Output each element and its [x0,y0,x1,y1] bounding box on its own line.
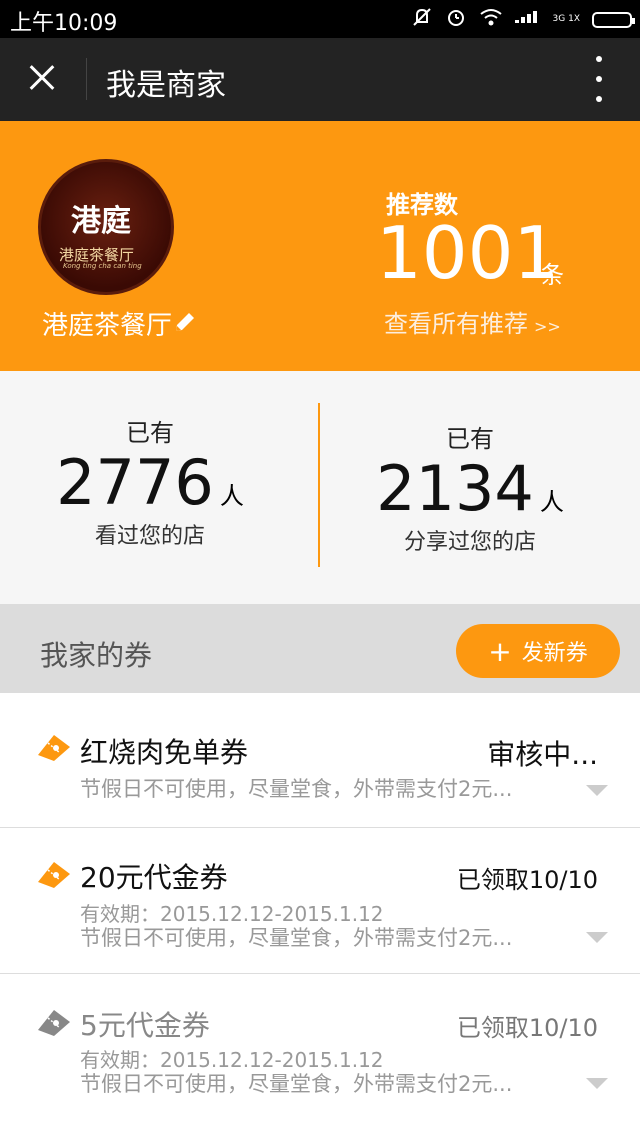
recommend-count: 1001 [376,211,560,295]
status-bar: 上午10:09 3G 1X [0,0,640,38]
more-options-button[interactable] [594,56,604,102]
close-button[interactable] [20,56,64,100]
coupon-note: 节假日不可使用，尽量堂食，外带需支付2元... [80,926,513,950]
viewed-pre: 已有 [126,419,174,447]
logo-main-text: 港庭 [71,204,131,239]
wifi-icon [479,7,503,32]
coupons-section-header: 我家的券 + 发新券 [0,604,640,693]
chevron-down-icon[interactable] [586,1078,608,1089]
coupon-name: 20元代金券 [80,861,228,894]
viewed-count: 2776 [56,446,214,519]
new-coupon-button[interactable]: + 发新券 [456,624,620,678]
coupons-section-title: 我家的券 [40,639,153,672]
title-divider [86,58,87,100]
shop-stats: 已有 2776 人 看过您的店 已有 2134 人 分享过您的店 [0,371,640,604]
status-icons: 3G 1X [411,6,635,33]
mute-icon [411,6,433,33]
shared-stat: 已有 2134 人 分享过您的店 [320,419,620,556]
more-dot-icon [596,56,602,62]
view-all-recommendations-link[interactable]: 查看所有推荐 >> [384,304,561,339]
battery-icon [592,11,635,28]
chevron-down-icon[interactable] [586,932,608,943]
coupon-status: 已领取10/10 [456,866,598,894]
shared-post: 分享过您的店 [403,530,536,555]
status-time: 上午10:09 [10,11,118,36]
coupon-status: 审核中... [487,738,598,771]
shop-logo[interactable]: 港庭 港庭茶餐厅 Kong ting cha can ting [38,159,174,295]
coupon-status: 已领取10/10 [456,1014,598,1042]
coupon-list: 红烧肉免单券 审核中... 节假日不可使用，尽量堂食，外带需支付2元... 20… [0,693,640,1136]
view-all-label: 查看所有推荐 [384,310,528,338]
coupon-item[interactable]: 红烧肉免单券 审核中... 节假日不可使用，尽量堂食，外带需支付2元... [0,693,640,828]
shop-name[interactable]: 港庭茶餐厅 [42,305,172,342]
more-dot-icon [596,96,602,102]
double-arrow-icon: >> [534,317,561,336]
logo-pinyin: Kong ting cha can ting [63,262,142,270]
shared-unit: 人 [539,488,564,516]
alarm-icon [445,6,467,33]
ticket-icon [38,1010,70,1036]
plus-icon: + [488,634,512,668]
title-bar: 我是商家 [0,38,640,121]
coupon-name: 红烧肉免单券 [80,736,249,769]
shared-count: 2134 [376,452,534,525]
viewed-unit: 人 [219,482,244,510]
page-title: 我是商家 [106,68,226,103]
coupon-note: 节假日不可使用，尽量堂食，外带需支付2元... [80,1072,513,1096]
recommend-unit: 条 [540,261,564,289]
signal-icon [514,9,541,30]
coupon-item[interactable]: 5元代金券 已领取10/10 有效期：2015.12.12-2015.1.12 … [0,974,640,1136]
coupon-note: 节假日不可使用，尽量堂食，外带需支付2元... [80,777,513,801]
shared-pre: 已有 [446,425,494,453]
coupon-item[interactable]: 20元代金券 已领取10/10 有效期：2015.12.12-2015.1.12… [0,828,640,974]
ticket-icon [38,862,70,888]
more-dot-icon [596,76,602,82]
viewed-stat: 已有 2776 人 看过您的店 [0,413,300,550]
viewed-post: 看过您的店 [94,524,205,549]
coupon-name: 5元代金券 [80,1009,210,1042]
ticket-icon [38,735,70,761]
chevron-down-icon[interactable] [586,785,608,796]
shop-hero: 港庭 港庭茶餐厅 Kong ting cha can ting 港庭茶餐厅 推荐… [0,121,640,371]
network-type: 3G 1X [552,14,580,24]
new-coupon-label: 发新券 [521,641,588,666]
edit-pencil-icon[interactable] [172,309,198,335]
